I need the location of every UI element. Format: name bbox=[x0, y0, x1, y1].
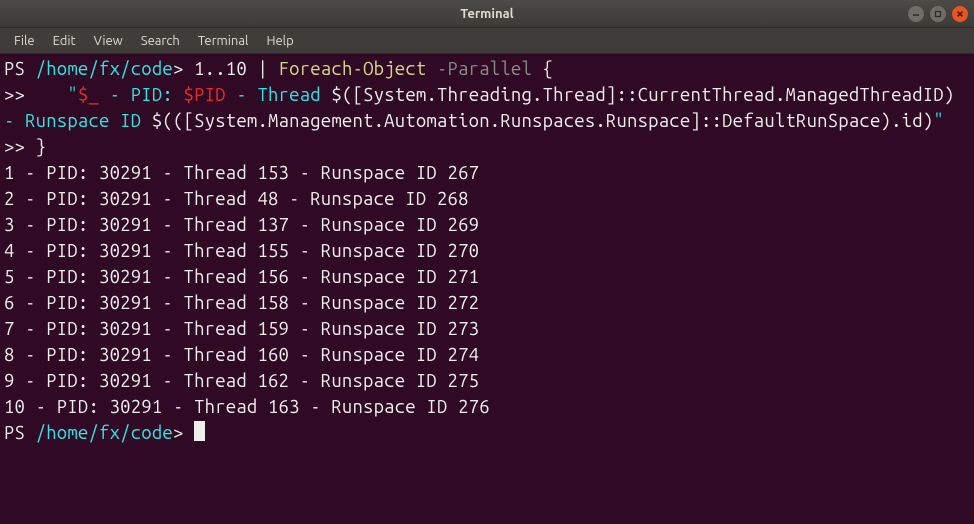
window-title: Terminal bbox=[460, 7, 513, 21]
indent bbox=[25, 85, 67, 105]
output-line: 6 - PID: 30291 - Thread 158 - Runspace I… bbox=[4, 293, 479, 313]
prompt-suffix: > bbox=[173, 59, 194, 79]
s13b: DefaultRunSpace bbox=[722, 111, 880, 131]
cursor bbox=[194, 421, 205, 441]
s3: $PID bbox=[184, 85, 226, 105]
s10: $( bbox=[152, 111, 173, 131]
prompt-prefix: PS bbox=[4, 59, 36, 79]
str-open: " bbox=[67, 85, 78, 105]
output-line: 5 - PID: 30291 - Thread 156 - Runspace I… bbox=[4, 267, 479, 287]
menu-file[interactable]: File bbox=[6, 31, 43, 51]
cont-1: >> bbox=[4, 85, 25, 105]
output-line: 7 - PID: 30291 - Thread 159 - Runspace I… bbox=[4, 319, 479, 339]
cmd-pipe: | bbox=[247, 59, 279, 79]
cmd-space bbox=[426, 59, 437, 79]
s4: - Thread bbox=[226, 85, 332, 105]
s14: ) bbox=[881, 111, 892, 131]
output-line: 4 - PID: 30291 - Thread 155 - Runspace I… bbox=[4, 241, 479, 261]
menubar: File Edit View Search Terminal Help bbox=[0, 28, 974, 54]
s8: ) bbox=[944, 85, 955, 105]
cmd-range: 1..10 bbox=[194, 59, 247, 79]
prompt-prefix-2: PS bbox=[4, 423, 36, 443]
menu-help[interactable]: Help bbox=[258, 31, 301, 51]
output-line: 9 - PID: 30291 - Thread 162 - Runspace I… bbox=[4, 371, 479, 391]
prompt-suffix-2: > bbox=[173, 423, 194, 443]
menu-view[interactable]: View bbox=[86, 31, 131, 51]
cmd-brace-close: } bbox=[36, 137, 47, 157]
output-line: 2 - PID: 30291 - Thread 48 - Runspace ID… bbox=[4, 189, 469, 209]
terminal-area[interactable]: PS /home/fx/code> 1..10 | Foreach-Object… bbox=[0, 54, 974, 524]
s13: :: bbox=[701, 111, 722, 131]
minimize-button[interactable] bbox=[908, 6, 924, 22]
cont-2: >> bbox=[4, 137, 25, 157]
s2: - PID: bbox=[99, 85, 183, 105]
s6: [System.Threading.Thread] bbox=[353, 85, 617, 105]
output-line: 8 - PID: 30291 - Thread 160 - Runspace I… bbox=[4, 345, 479, 365]
s7b: edThreadID bbox=[838, 85, 944, 105]
prompt-path: /home/fx/code bbox=[36, 59, 173, 79]
close-button[interactable] bbox=[952, 6, 968, 22]
s7: ::CurrentThread.Manag bbox=[617, 85, 839, 105]
str-close: " bbox=[933, 111, 944, 131]
prompt-path-2: /home/fx/code bbox=[36, 423, 173, 443]
cmd-parallel: -Parallel bbox=[437, 59, 532, 79]
s1: $_ bbox=[78, 85, 99, 105]
output-line: 3 - PID: 30291 - Thread 137 - Runspace I… bbox=[4, 215, 479, 235]
cmd-brace-open: { bbox=[532, 59, 553, 79]
s16: ) bbox=[923, 111, 934, 131]
s12: [System.Management.Automation.Runspaces.… bbox=[184, 111, 701, 131]
s5: $( bbox=[331, 85, 352, 105]
s15: .id bbox=[891, 111, 923, 131]
s11: ( bbox=[173, 111, 184, 131]
cmd-foreach: Foreach-Object bbox=[279, 59, 427, 79]
maximize-button[interactable] bbox=[930, 6, 946, 22]
output-line: 1 - PID: 30291 - Thread 153 - Runspace I… bbox=[4, 163, 479, 183]
menu-terminal[interactable]: Terminal bbox=[190, 31, 257, 51]
window-controls bbox=[908, 6, 968, 22]
titlebar: Terminal bbox=[0, 0, 974, 28]
menu-edit[interactable]: Edit bbox=[45, 31, 84, 51]
menu-search[interactable]: Search bbox=[133, 31, 188, 51]
output-line: 10 - PID: 30291 - Thread 163 - Runspace … bbox=[4, 397, 490, 417]
